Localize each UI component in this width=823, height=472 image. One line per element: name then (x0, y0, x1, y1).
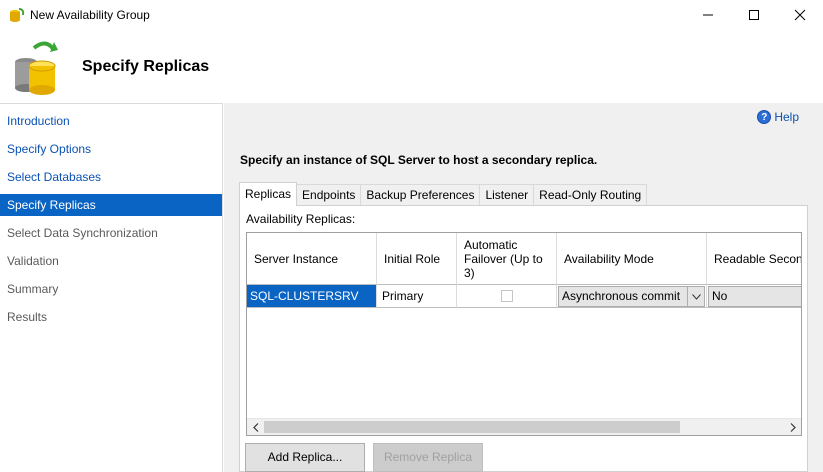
cell-initial-role: Primary (377, 285, 457, 308)
title-bar: New Availability Group (0, 0, 823, 30)
scroll-left-icon[interactable] (247, 419, 264, 435)
wizard-nav: Introduction Specify Options Select Data… (0, 103, 223, 472)
instruction-text: Specify an instance of SQL Server to hos… (240, 153, 598, 167)
availability-mode-value: Asynchronous commit (562, 289, 681, 303)
nav-item-introduction[interactable]: Introduction (0, 110, 222, 132)
replicas-tab-panel: Availability Replicas: Server Instance I… (239, 205, 808, 472)
help-link[interactable]: ? Help (757, 110, 799, 124)
nav-item-select-databases[interactable]: Select Databases (0, 166, 222, 188)
tab-read-only-routing[interactable]: Read-Only Routing (533, 184, 648, 206)
replicas-grid[interactable]: Server Instance Initial Role Automatic F… (246, 232, 802, 436)
cell-automatic-failover (457, 285, 557, 308)
window-title: New Availability Group (30, 8, 150, 22)
tab-strip: Replicas Endpoints Backup Preferences Li… (239, 182, 648, 206)
availability-group-icon (10, 8, 25, 22)
add-replica-button[interactable]: Add Replica... (245, 443, 365, 472)
help-icon: ? (757, 110, 772, 124)
availability-replicas-label: Availability Replicas: (246, 212, 356, 226)
column-header-readable-secondary[interactable]: Readable Second (707, 233, 801, 285)
nav-item-results: Results (7, 310, 48, 324)
column-header-automatic-failover[interactable]: Automatic Failover (Up to 3) (457, 233, 557, 285)
nav-item-specify-replicas[interactable]: Specify Replicas (0, 194, 222, 216)
remove-replica-button: Remove Replica (373, 443, 483, 472)
help-label: Help (774, 110, 799, 124)
maximize-button[interactable] (731, 0, 777, 30)
minimize-icon (703, 14, 713, 16)
tab-backup-preferences[interactable]: Backup Preferences (360, 184, 481, 206)
cell-readable-secondary: No (707, 285, 801, 308)
cell-availability-mode: Asynchronous commit (557, 285, 707, 308)
minimize-button[interactable] (685, 0, 731, 30)
nav-item-summary: Summary (7, 282, 59, 296)
nav-item-select-data-synchronization: Select Data Synchronization (7, 226, 158, 240)
maximize-icon (749, 10, 759, 20)
scroll-right-icon[interactable] (784, 419, 801, 435)
tab-listener[interactable]: Listener (479, 184, 535, 206)
nav-item-specify-options[interactable]: Specify Options (0, 138, 222, 160)
page-title: Specify Replicas (82, 58, 210, 75)
horizontal-scrollbar[interactable] (247, 418, 801, 435)
automatic-failover-checkbox[interactable] (501, 290, 513, 302)
cell-server-instance[interactable]: SQL-CLUSTERSRV (247, 285, 377, 308)
scrollbar-thumb[interactable] (264, 421, 680, 433)
column-header-initial-role[interactable]: Initial Role (377, 233, 457, 285)
readable-secondary-dropdown[interactable]: No (708, 286, 801, 307)
main-content: ? Help Specify an instance of SQL Server… (224, 103, 823, 472)
wizard-header: Specify Replicas (0, 30, 823, 103)
chevron-down-icon[interactable] (687, 287, 704, 306)
column-header-server-instance[interactable]: Server Instance (247, 233, 377, 285)
database-cylinder-sync-icon (15, 41, 58, 95)
nav-item-validation: Validation (7, 254, 59, 268)
tab-endpoints[interactable]: Endpoints (296, 184, 362, 206)
close-button[interactable] (777, 0, 823, 30)
close-icon (794, 9, 806, 21)
tab-replicas[interactable]: Replicas (239, 182, 298, 206)
availability-mode-dropdown[interactable]: Asynchronous commit (558, 286, 705, 307)
column-header-availability-mode[interactable]: Availability Mode (557, 233, 707, 285)
